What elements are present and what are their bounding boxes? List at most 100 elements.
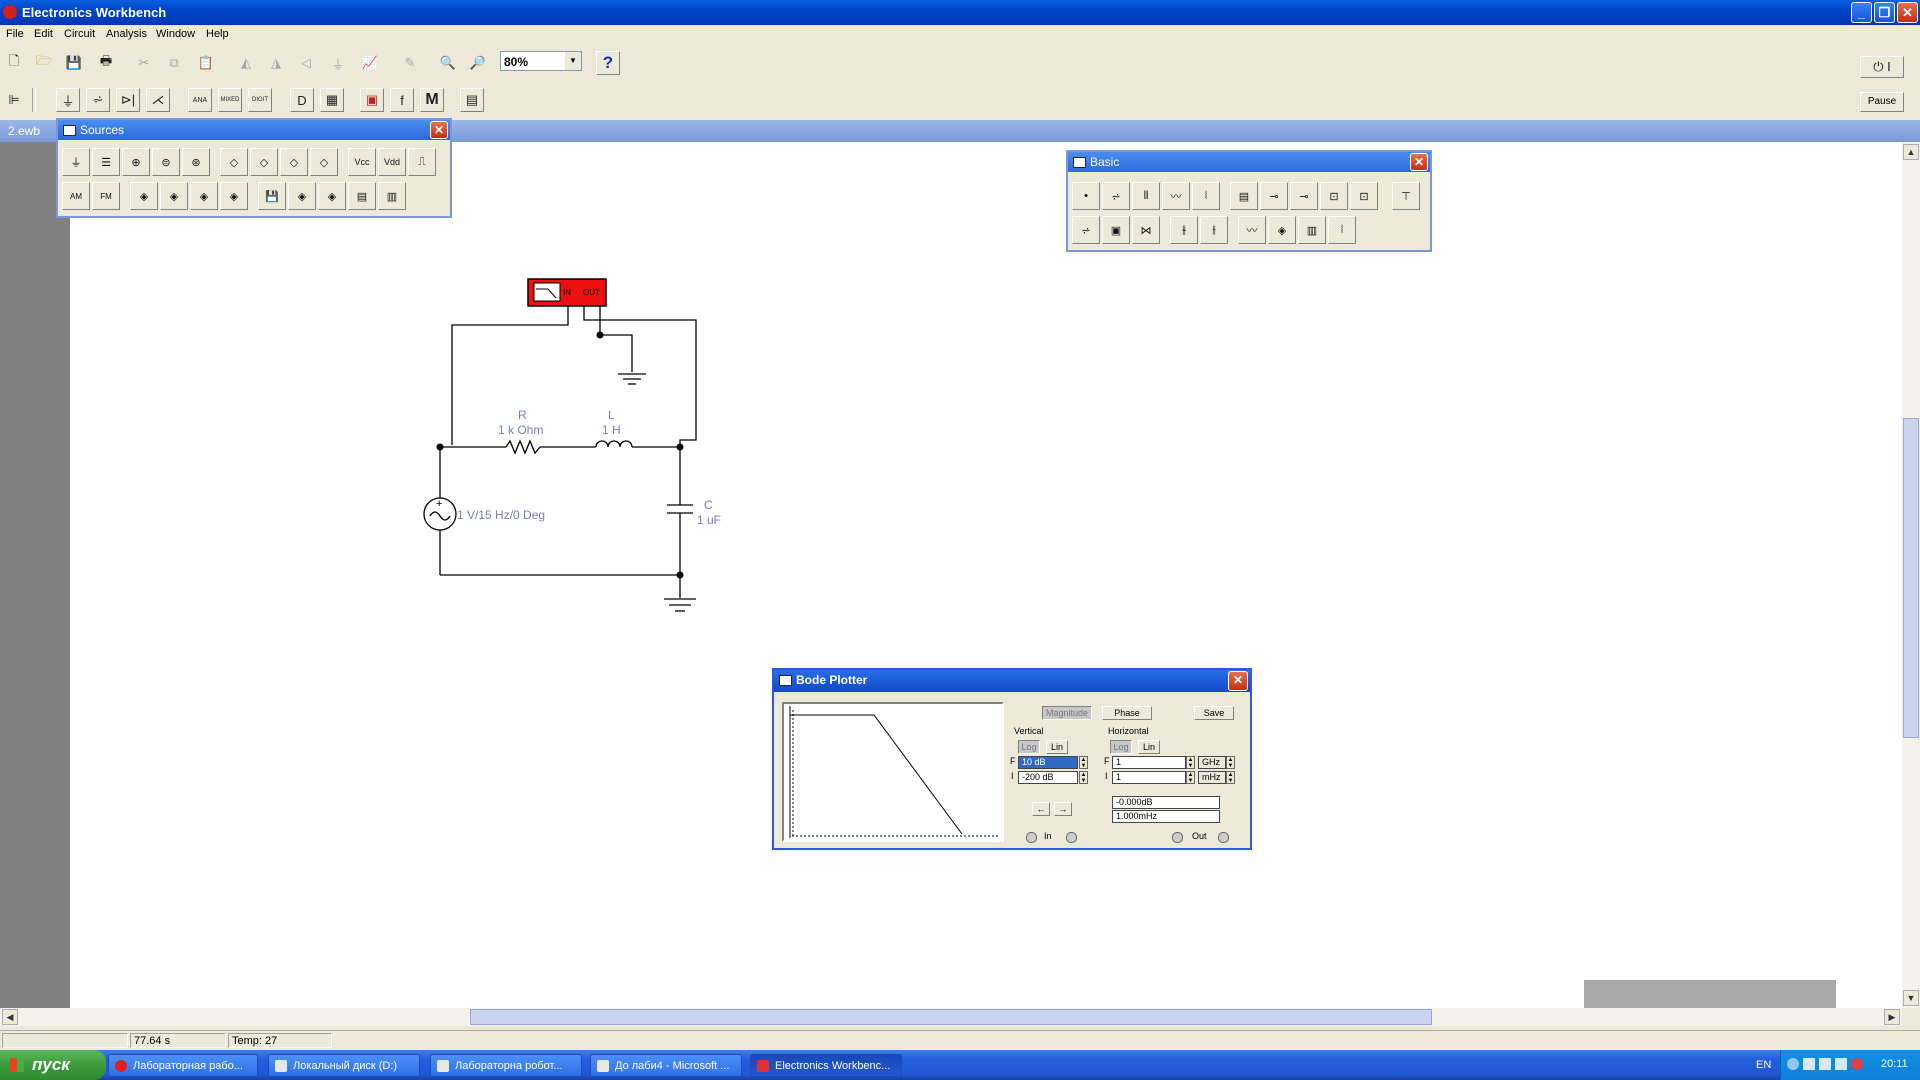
voltage-controlled-analog-switch-icon[interactable]: ⋈ — [1132, 216, 1160, 244]
language-indicator[interactable]: EN — [1756, 1059, 1771, 1071]
magnetic-core-icon[interactable]: ▥ — [1298, 216, 1326, 244]
vc-triangle-icon[interactable]: ◈ — [220, 182, 248, 210]
vertical-initial-field[interactable]: -200 dB — [1018, 771, 1078, 784]
bode-out-label: OUT — [583, 288, 600, 297]
coreless-coil-icon[interactable]: ◈ — [1268, 216, 1296, 244]
bode-close-button[interactable]: ✕ — [1228, 671, 1248, 691]
scroll-right-icon[interactable]: ▶ — [1884, 1009, 1900, 1025]
switch-icon[interactable]: ⊸ — [1260, 182, 1288, 210]
in-plus-terminal[interactable] — [1066, 832, 1077, 843]
vertical-log-button[interactable]: Log — [1018, 740, 1040, 754]
vertical-lin-button[interactable]: Lin — [1046, 740, 1068, 754]
fsk-source-icon[interactable]: ◈ — [130, 182, 158, 210]
sources-close-button[interactable]: ✕ — [430, 121, 448, 139]
ac-voltage-source-icon[interactable]: ⊜ — [152, 148, 180, 176]
vertical-final-spinner[interactable]: ▲ ▼ — [1079, 756, 1088, 769]
vc-oscillator-icon[interactable]: ◈ — [160, 182, 188, 210]
controlled-oneshot-icon[interactable]: ▤ — [348, 182, 376, 210]
battery-icon[interactable]: ☰ — [92, 148, 120, 176]
inductor-icon[interactable]: 〰 — [1162, 182, 1190, 210]
vcc-source-icon[interactable]: Vcc — [348, 148, 376, 176]
taskbar-item-opera[interactable]: Лабораторная рабо... — [108, 1054, 258, 1077]
horizontal-scroll-thumb[interactable] — [470, 1009, 1432, 1025]
magnitude-button[interactable]: Magnitude — [1042, 706, 1092, 720]
horizontal-final-unit[interactable]: GHz — [1198, 756, 1226, 769]
basic-palette-titlebar[interactable]: Basic ✕ — [1068, 152, 1430, 172]
cccs-icon[interactable]: ◇ — [310, 148, 338, 176]
scroll-down-icon[interactable]: ▼ — [1903, 990, 1919, 1006]
nonlinear-transformer-icon[interactable]: ⦚ — [1328, 216, 1356, 244]
basic-close-button[interactable]: ✕ — [1410, 153, 1428, 171]
pwl-source-icon[interactable]: ▥ — [378, 182, 406, 210]
ground-icon[interactable]: ⏚ — [62, 148, 90, 176]
pullup-resistor-icon[interactable]: ⊤ — [1392, 182, 1420, 210]
horizontal-initial-field[interactable]: 1 — [1112, 771, 1186, 784]
voltage-controlled-switch-icon[interactable]: ⊡ — [1320, 182, 1348, 210]
sources-palette-titlebar[interactable]: Sources ✕ — [58, 120, 450, 140]
vertical-initial-spinner[interactable]: ▲ ▼ — [1079, 771, 1088, 784]
polynomial-source-icon[interactable]: ◈ — [318, 182, 346, 210]
sources-palette: Sources ✕ ⏚ ☰ ⊕ ⊜ ⊛ ◇ ◇ ◇ ◇ Vcc Vdd ⎍ AM… — [56, 118, 452, 218]
transformer-icon[interactable]: ⦚ — [1192, 182, 1220, 210]
ac-current-source-icon[interactable]: ⊛ — [182, 148, 210, 176]
horizontal-initial-spinner[interactable]: ▲ ▼ — [1186, 771, 1195, 784]
vertical-final-field[interactable]: 10 dB — [1018, 756, 1078, 769]
vertical-lin-label: Lin — [1050, 742, 1063, 752]
bode-plotter-titlebar[interactable]: Bode Plotter ✕ — [774, 670, 1250, 692]
potentiometer-icon[interactable]: ⩫ — [1072, 216, 1100, 244]
tray-icon[interactable] — [1835, 1058, 1847, 1070]
cursor-left-button[interactable]: ← — [1032, 802, 1050, 816]
horizontal-log-button[interactable]: Log — [1110, 740, 1132, 754]
in-minus-terminal[interactable] — [1026, 832, 1037, 843]
save-button[interactable]: Save — [1194, 706, 1234, 720]
clock-source-icon[interactable]: ⎍ — [408, 148, 436, 176]
horizontal-initial-label: I — [1105, 771, 1108, 781]
horizontal-scrollbar[interactable]: ◀ ▶ — [0, 1008, 1902, 1026]
variable-capacitor-icon[interactable]: ⫲ — [1200, 216, 1228, 244]
clock[interactable]: 20:11 — [1881, 1058, 1908, 1070]
fm-source-icon[interactable]: FM — [92, 182, 120, 210]
dc-current-source-icon[interactable]: ⊕ — [122, 148, 150, 176]
vcvs-icon[interactable]: ◇ — [220, 148, 248, 176]
capacitor-value: 1 uF — [697, 513, 722, 527]
tray-icon[interactable] — [1787, 1058, 1799, 1070]
horizontal-final-spinner[interactable]: ▲ ▼ — [1186, 756, 1195, 769]
current-controlled-switch-icon[interactable]: ⊡ — [1350, 182, 1378, 210]
ccvs-icon[interactable]: ◇ — [280, 148, 308, 176]
relay-icon[interactable]: ▤ — [1230, 182, 1258, 210]
pulse-source-icon[interactable]: ◈ — [288, 182, 316, 210]
connector-icon[interactable]: • — [1072, 182, 1100, 210]
vertical-scroll-thumb[interactable] — [1903, 418, 1919, 738]
taskbar-item-document[interactable]: Лабораторна робот... — [430, 1054, 582, 1077]
horizontal-initial-unit[interactable]: mHz — [1198, 771, 1226, 784]
tray-icon[interactable] — [1851, 1058, 1863, 1070]
capacitor-icon[interactable]: ⫴ — [1132, 182, 1160, 210]
cursor-right-button[interactable]: → — [1054, 802, 1072, 816]
time-delay-switch-icon[interactable]: ⊸ — [1290, 182, 1318, 210]
vertical-scrollbar[interactable]: ▲ ▼ — [1902, 142, 1920, 1008]
scroll-left-icon[interactable]: ◀ — [2, 1009, 18, 1025]
start-button[interactable]: пуск — [0, 1050, 106, 1080]
phase-button[interactable]: Phase — [1102, 706, 1152, 720]
tray-icon[interactable] — [1819, 1058, 1831, 1070]
vdd-source-icon[interactable]: Vdd — [378, 148, 406, 176]
out-minus-terminal[interactable] — [1172, 832, 1183, 843]
scroll-up-icon[interactable]: ▲ — [1903, 144, 1919, 160]
taskbar-item-explorer[interactable]: Локальный диск (D:) — [268, 1054, 420, 1077]
horizontal-final-field[interactable]: 1 — [1112, 756, 1186, 769]
variable-inductor-icon[interactable]: 〰 — [1238, 216, 1266, 244]
horizontal-initial-unit-spinner[interactable]: ▲ ▼ — [1226, 771, 1235, 784]
nonlinear-source-icon[interactable]: 💾 — [258, 182, 286, 210]
polarized-capacitor-icon[interactable]: ⫳ — [1170, 216, 1198, 244]
tray-icon[interactable] — [1803, 1058, 1815, 1070]
resistor-pack-icon[interactable]: ▣ — [1102, 216, 1130, 244]
vc-square-icon[interactable]: ◈ — [190, 182, 218, 210]
taskbar-item-workbench[interactable]: Electronics Workbenc... — [750, 1054, 902, 1077]
vccs-icon[interactable]: ◇ — [250, 148, 278, 176]
taskbar-item-word[interactable]: До лаби4 - Microsoft ... — [590, 1054, 742, 1077]
resistor-icon[interactable]: ⩫ — [1102, 182, 1130, 210]
am-source-icon[interactable]: AM — [62, 182, 90, 210]
horizontal-final-unit-spinner[interactable]: ▲ ▼ — [1226, 756, 1235, 769]
horizontal-lin-button[interactable]: Lin — [1138, 740, 1160, 754]
out-plus-terminal[interactable] — [1218, 832, 1229, 843]
